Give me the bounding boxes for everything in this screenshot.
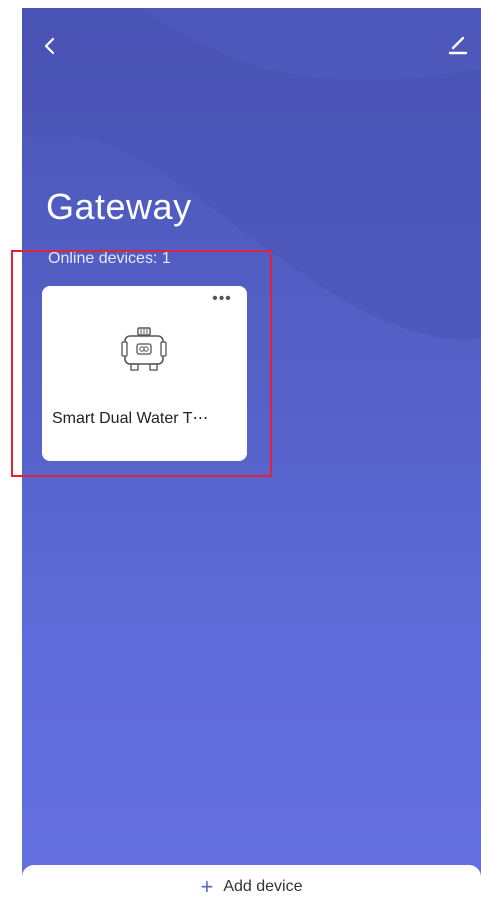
water-timer-icon [121,327,167,371]
add-device-button[interactable]: + Add device [22,865,481,909]
gateway-screen: Gateway Online devices: 1 ••• Smart Dual… [22,8,481,909]
back-button[interactable] [36,32,64,60]
add-device-label: Add device [223,878,303,895]
bottom-bar: + Add device [22,865,481,909]
page-title: Gateway [46,186,192,227]
plus-icon: + [200,874,214,899]
device-card[interactable]: ••• Smart Dual Water T⋯ [42,286,247,461]
device-name: Smart Dual Water T⋯ [52,410,209,427]
edit-button[interactable] [443,30,473,60]
more-options-button[interactable]: ••• [207,291,237,310]
online-devices-count: Online devices: 1 [48,250,171,267]
chevron-left-icon [44,37,55,55]
pencil-icon [448,36,468,55]
